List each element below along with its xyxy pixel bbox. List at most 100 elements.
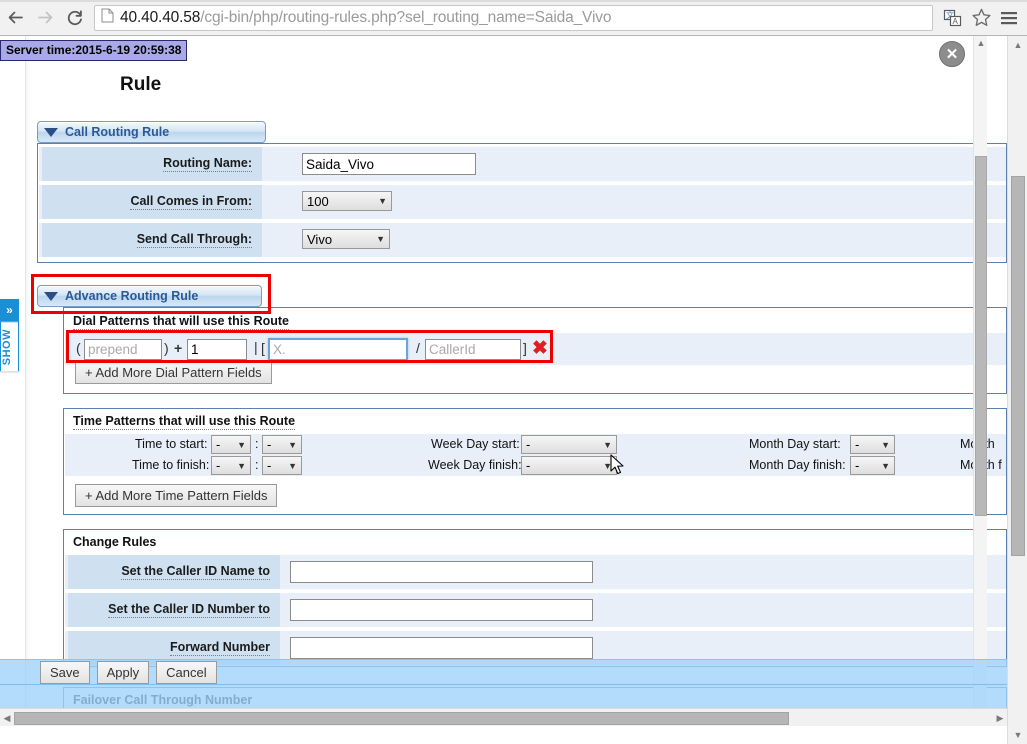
open-paren: ( <box>76 340 81 356</box>
horizontal-scrollbar[interactable]: ◀ ▶ <box>0 708 1007 726</box>
pipe-separator: | <box>254 339 258 355</box>
horizontal-scroll-thumb[interactable] <box>14 712 789 725</box>
time-finish-hour-value: - <box>216 458 221 473</box>
close-bracket: ] <box>523 340 527 356</box>
time-start-minute-select[interactable]: - ▼ <box>262 435 302 454</box>
time-pattern-row: Time to finish: - ▼ : - ▼ Week Day finis… <box>65 455 1006 476</box>
chevron-down-icon: ▼ <box>288 439 297 450</box>
star-icon <box>971 8 991 26</box>
save-button[interactable]: Save <box>40 661 90 684</box>
send-call-through-label-cell: Send Call Through: <box>42 223 262 257</box>
week-day-finish-select[interactable]: - ▼ <box>521 456 617 475</box>
send-call-through-select[interactable]: Vivo ▼ <box>302 229 390 249</box>
caller-id-number-label-cell: Set the Caller ID Number to <box>68 593 280 627</box>
month-day-finish-value: - <box>855 458 860 473</box>
week-day-finish-label: Week Day finish: <box>428 458 522 472</box>
call-routing-rule-panel: Routing Name: Call Comes in From: 100 ▼ … <box>37 143 1007 263</box>
chevron-down-icon: ▼ <box>881 439 890 450</box>
dial-patterns-heading: Dial Patterns that will use this Route <box>73 314 290 330</box>
scroll-up-arrow-icon[interactable]: ▲ <box>974 36 988 50</box>
change-rules-panel: Change Rules Set the Caller ID Name to S… <box>63 529 1007 667</box>
bookmark-button[interactable] <box>967 4 995 32</box>
collapse-triangle-icon <box>44 127 58 137</box>
table-row: Set the Caller ID Name to <box>65 555 1006 589</box>
routing-name-label: Routing Name: <box>163 156 252 172</box>
footer-buttons: Save Apply Cancel <box>40 661 217 684</box>
dial-patterns-panel: Dial Patterns that will use this Route (… <box>63 307 1007 394</box>
month-day-start-select[interactable]: - ▼ <box>850 435 895 454</box>
back-button[interactable] <box>0 3 30 33</box>
month-day-finish-select[interactable]: - ▼ <box>850 456 895 475</box>
add-dial-pattern-button[interactable]: + Add More Dial Pattern Fields <box>75 361 272 384</box>
inner-vertical-scrollbar[interactable]: ▲ ▼ <box>973 36 987 726</box>
time-patterns-heading: Time Patterns that will use this Route <box>73 414 296 430</box>
cancel-button[interactable]: Cancel <box>156 661 217 684</box>
chevron-down-icon: ▼ <box>237 439 246 450</box>
time-pattern-row: Time to start: - ▼ : - ▼ Week Day start:… <box>65 434 1006 455</box>
table-row: Routing Name: <box>39 147 1006 181</box>
chevron-right-double-icon: » <box>0 299 19 321</box>
time-separator: : <box>255 437 259 451</box>
time-finish-minute-select[interactable]: - ▼ <box>262 456 302 475</box>
footer-divider <box>0 684 1007 685</box>
advance-routing-rule-section-title: Advance Routing Rule <box>65 289 199 303</box>
show-sidebar-label: SHOW <box>0 321 19 372</box>
caller-id-number-label: Set the Caller ID Number to <box>108 602 270 618</box>
week-day-start-select[interactable]: - ▼ <box>521 435 617 454</box>
month-day-start-label: Month Day start: <box>749 437 841 451</box>
apply-button[interactable]: Apply <box>96 661 150 684</box>
call-comes-in-from-select[interactable]: 100 ▼ <box>302 191 392 211</box>
scroll-down-arrow-icon[interactable]: ▼ <box>1008 726 1027 744</box>
close-paren: ) <box>164 340 169 356</box>
forward-number-input[interactable] <box>290 637 593 659</box>
forward-arrow-icon <box>37 11 52 24</box>
sticky-action-bar: Save Apply Cancel <box>0 659 1007 708</box>
call-routing-rule-section-toggle[interactable]: Call Routing Rule <box>37 121 266 143</box>
scroll-up-arrow-icon[interactable]: ▲ <box>1008 36 1027 54</box>
translate-button[interactable]: 文 A <box>939 4 967 32</box>
advance-routing-rule-section-toggle[interactable]: Advance Routing Rule <box>37 285 262 307</box>
caller-id-name-label: Set the Caller ID Name to <box>121 564 270 580</box>
caller-id-number-input[interactable] <box>290 599 593 621</box>
call-comes-in-from-label-cell: Call Comes in From: <box>42 185 262 219</box>
dial-prefix-input[interactable] <box>187 339 247 360</box>
dial-pattern-match-input[interactable] <box>268 338 408 361</box>
show-sidebar-tab[interactable]: » SHOW <box>0 299 19 372</box>
reload-icon <box>67 9 82 25</box>
browser-scroll-thumb[interactable] <box>1011 176 1025 556</box>
reload-button[interactable] <box>60 3 90 33</box>
time-to-start-label: Time to start: <box>135 437 208 451</box>
open-bracket: [ <box>261 340 265 356</box>
add-time-pattern-button[interactable]: + Add More Time Pattern Fields <box>75 484 278 507</box>
routing-name-label-cell: Routing Name: <box>42 147 262 181</box>
routing-name-input[interactable] <box>302 153 476 175</box>
time-start-minute-value: - <box>267 437 272 452</box>
month-day-start-value: - <box>855 437 860 452</box>
url-host: 40.40.40.58 <box>120 8 201 26</box>
table-row: Send Call Through: Vivo ▼ <box>39 223 1006 257</box>
chevron-down-icon: ▼ <box>288 460 297 471</box>
close-circle-icon[interactable]: ✕ <box>939 41 965 67</box>
left-rail-gradient <box>26 36 31 726</box>
callerid-input[interactable] <box>425 339 521 360</box>
delete-x-icon[interactable]: ✖ <box>532 339 548 358</box>
prepend-input[interactable] <box>84 339 162 360</box>
page-title: Rule <box>120 74 162 95</box>
document-icon <box>101 8 114 28</box>
inner-scroll-thumb[interactable] <box>975 156 987 516</box>
change-rules-heading: Change Rules <box>73 535 157 549</box>
caller-id-name-input[interactable] <box>290 561 593 583</box>
address-bar[interactable]: 40.40.40.58/cgi-bin/php/routing-rules.ph… <box>94 4 933 31</box>
forward-button[interactable] <box>30 3 60 33</box>
call-routing-rule-section-title: Call Routing Rule <box>65 125 170 139</box>
time-finish-hour-select[interactable]: - ▼ <box>211 456 251 475</box>
hamburger-menu-icon <box>1001 11 1017 24</box>
back-arrow-icon <box>8 11 23 24</box>
scroll-right-arrow-icon[interactable]: ▶ <box>993 709 1007 726</box>
address-bar-text: 40.40.40.58/cgi-bin/php/routing-rules.ph… <box>120 9 611 27</box>
browser-vertical-scrollbar[interactable]: ▲ ▼ <box>1007 36 1027 744</box>
scroll-left-arrow-icon[interactable]: ◀ <box>0 709 14 726</box>
browser-menu-button[interactable] <box>995 4 1023 32</box>
send-call-through-label: Send Call Through: <box>136 232 252 248</box>
time-start-hour-select[interactable]: - ▼ <box>211 435 251 454</box>
